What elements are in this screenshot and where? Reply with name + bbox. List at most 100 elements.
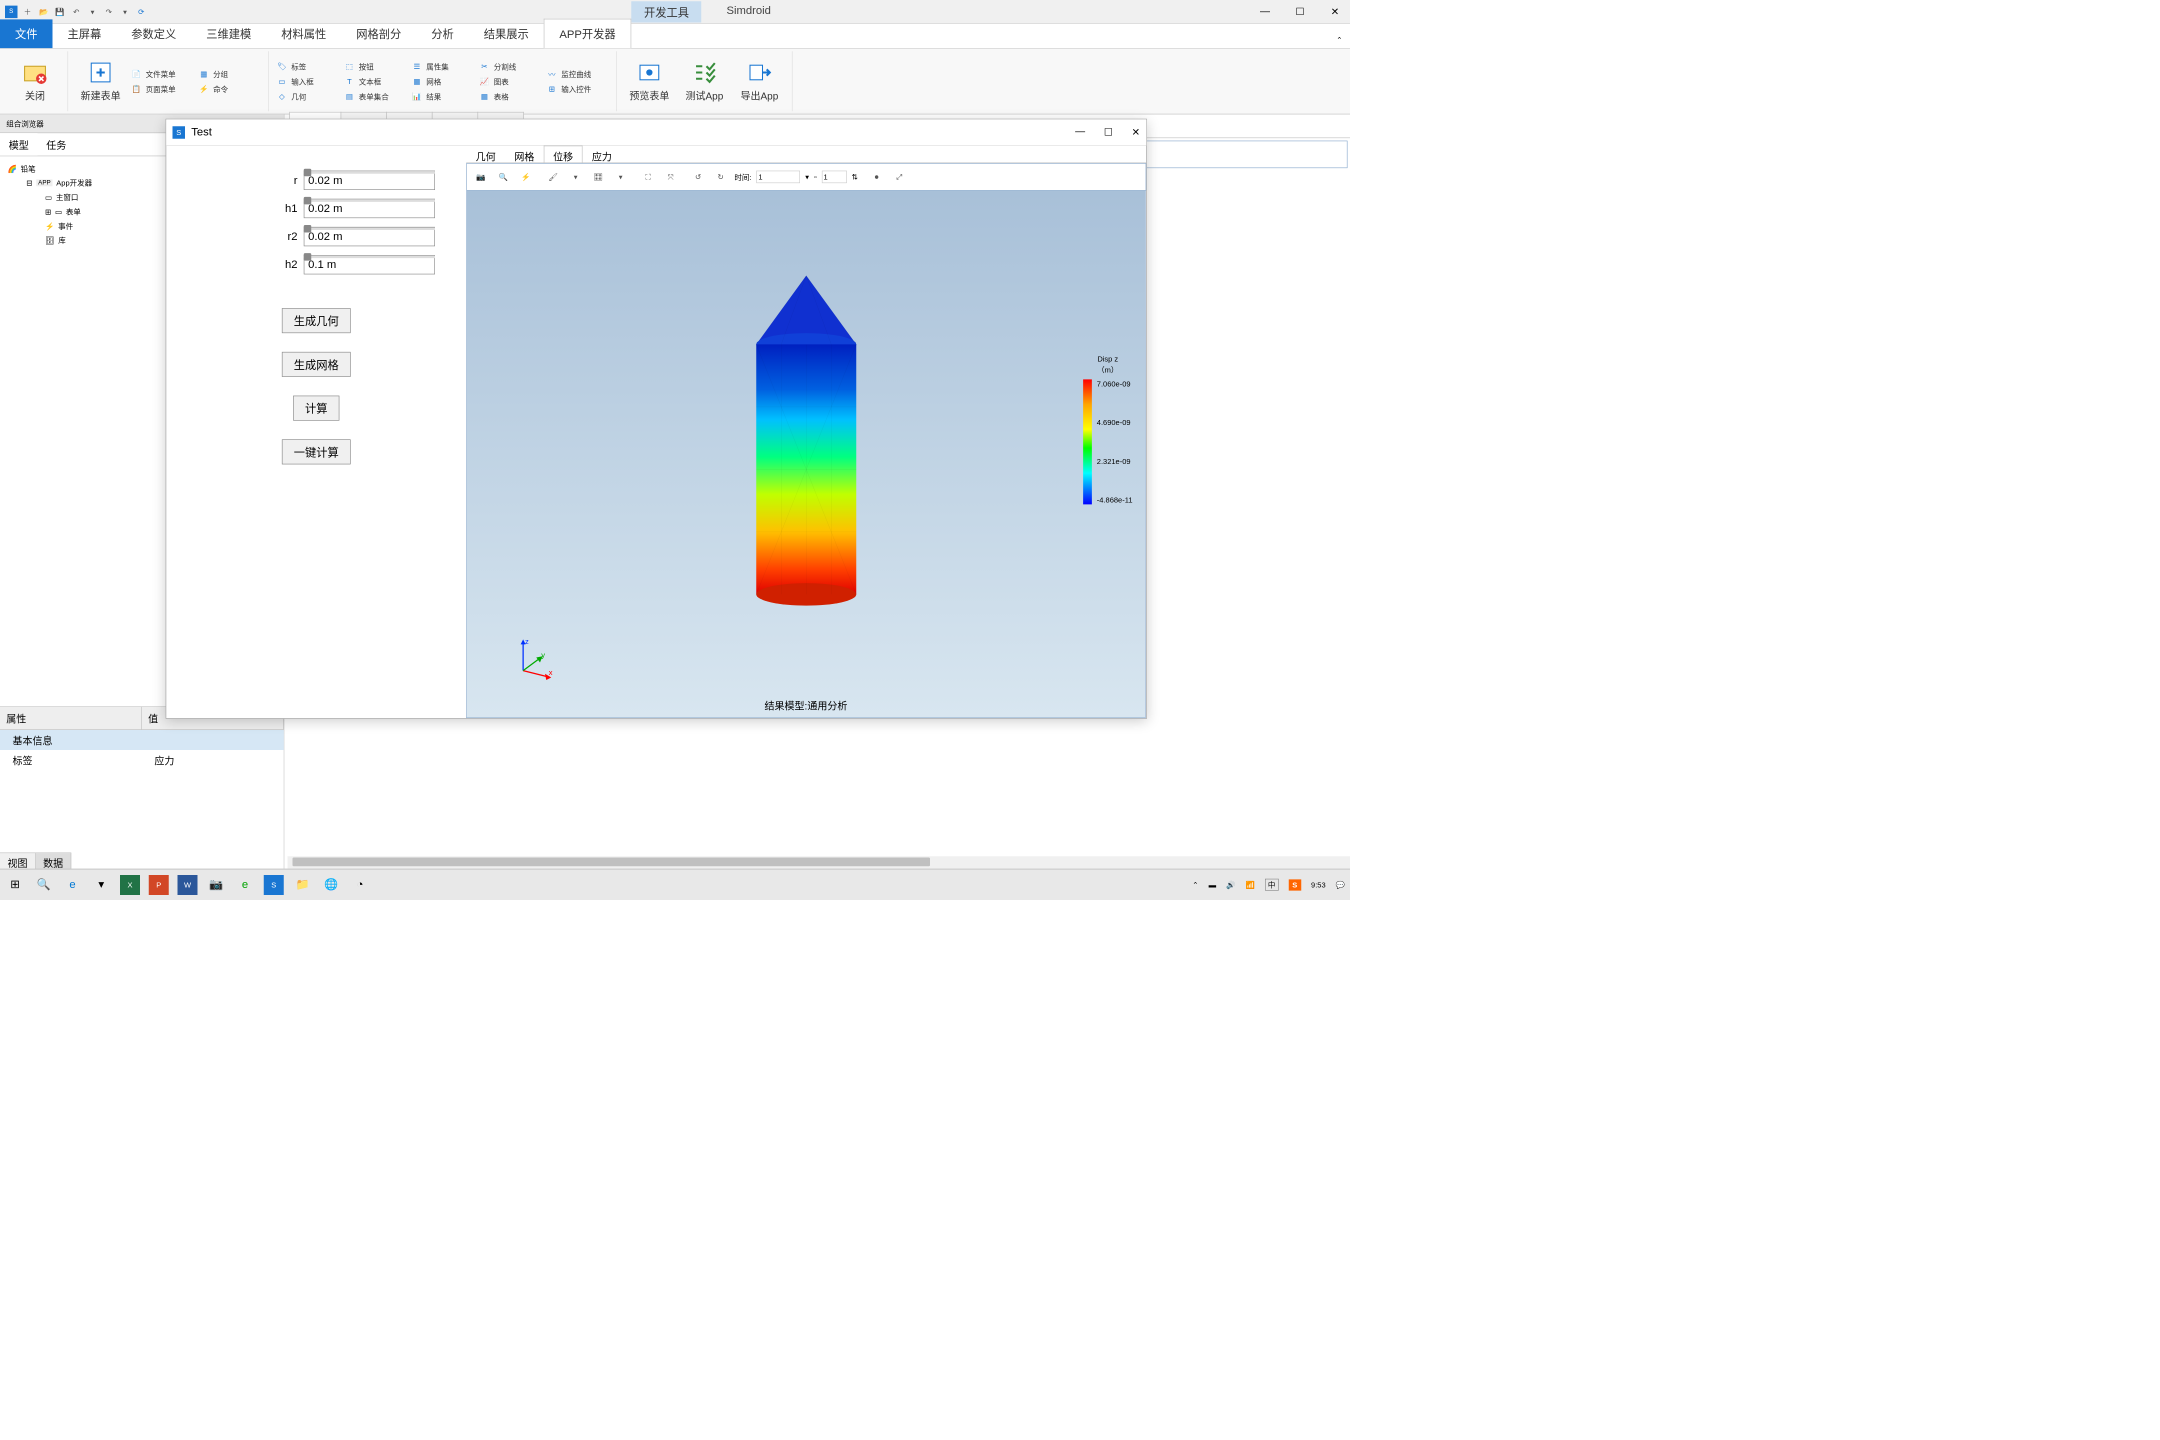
simdroid-taskbar-icon[interactable]: S [264, 875, 284, 895]
camera-icon[interactable]: 📷 [206, 875, 226, 895]
ribbon-form-set[interactable]: ▤表单集合 [344, 91, 407, 102]
tw-tab-disp[interactable]: 位移 [544, 146, 583, 163]
ribbon-chart[interactable]: 📈图表 [479, 76, 542, 87]
tw-zoom-icon[interactable]: 🔍 [494, 168, 512, 186]
tab-app-dev[interactable]: APP开发器 [544, 19, 632, 48]
props-label-value[interactable]: 应力 [142, 750, 284, 770]
close-button[interactable]: ✕ [1325, 2, 1345, 22]
tw-rotate-right-icon[interactable]: ↻ [712, 168, 730, 186]
tw-brush-icon[interactable]: 🖌 [544, 168, 562, 186]
ribbon-text-box[interactable]: T文本框 [344, 76, 407, 87]
tw-slider-track[interactable]: ▫ [814, 173, 817, 182]
collapse-icon[interactable]: ⊟ [26, 178, 32, 187]
explorer-icon[interactable]: 📁 [293, 875, 313, 895]
app-icon-2[interactable]: ◔ [350, 875, 370, 895]
minimize-button[interactable]: — [1255, 2, 1275, 22]
ribbon-group[interactable]: ▦分组 [198, 68, 261, 79]
tab-modeling[interactable]: 三维建模 [191, 19, 266, 48]
battery-icon[interactable]: ▬ [1209, 880, 1217, 889]
horizontal-scrollbar[interactable] [288, 856, 1351, 869]
ribbon-new-form[interactable]: 新建表单 [76, 51, 126, 111]
ribbon-input-box[interactable]: ▭输入框 [276, 76, 339, 87]
test-close-button[interactable]: ✕ [1132, 126, 1140, 139]
compute-button[interactable]: 计算 [293, 396, 339, 421]
ime-icon[interactable]: 中 [1265, 879, 1279, 891]
tab-mesh[interactable]: 网格剖分 [341, 19, 416, 48]
tw-time-spin[interactable] [822, 171, 847, 184]
tw-time-combo[interactable] [756, 171, 800, 184]
tw-fit-icon[interactable]: ⛶ [639, 168, 657, 186]
tw-cube-icon[interactable]: 🎛 [589, 168, 607, 186]
volume-icon[interactable]: 🔊 [1226, 880, 1235, 889]
ribbon-button[interactable]: ⬚按钮 [344, 61, 407, 72]
qat-undo-icon[interactable]: ↶ [70, 5, 83, 18]
tw-axes-icon[interactable]: ⤧ [662, 168, 680, 186]
ribbon-collapse-icon[interactable]: ⌃ [1329, 32, 1350, 48]
qat-refresh-icon[interactable]: ⟳ [135, 5, 148, 18]
sidebar-tab-task[interactable]: 任务 [38, 133, 76, 156]
notifications-icon[interactable]: 💬 [1336, 880, 1345, 889]
wifi-icon[interactable]: 📶 [1245, 880, 1254, 889]
bottom-tab-data[interactable]: 数据 [36, 853, 72, 869]
maximize-button[interactable]: ☐ [1290, 2, 1310, 22]
ribbon-input-control[interactable]: ⊞输入控件 [546, 83, 609, 94]
tab-results[interactable]: 结果展示 [469, 19, 544, 48]
ribbon-split-line[interactable]: ✂分割线 [479, 61, 542, 72]
clock[interactable]: 9:53 [1311, 880, 1326, 889]
search-button[interactable]: 🔍 [34, 875, 54, 895]
excel-icon[interactable]: X [120, 875, 140, 895]
ribbon-page-menu[interactable]: 📋页面菜单 [131, 83, 194, 94]
one-click-button[interactable]: 一键计算 [282, 439, 351, 464]
word-icon[interactable]: W [178, 875, 198, 895]
qat-redo-icon[interactable]: ↷ [103, 5, 116, 18]
ribbon-test-app[interactable]: 测试App [679, 51, 729, 111]
ribbon-label[interactable]: 🏷标签 [276, 61, 339, 72]
qat-new-icon[interactable]: ＋ [21, 5, 34, 18]
ie-icon[interactable]: e [235, 875, 255, 895]
ribbon-prop-set[interactable]: ☰属性集 [411, 61, 474, 72]
tw-tab-mesh[interactable]: 网格 [505, 146, 544, 163]
gen-geometry-button[interactable]: 生成几何 [282, 308, 351, 333]
ribbon-mesh[interactable]: ▦网格 [411, 76, 474, 87]
tw-tab-stress[interactable]: 应力 [583, 146, 622, 163]
tw-brush-drop-icon[interactable]: ▾ [567, 168, 585, 186]
powerpoint-icon[interactable]: P [149, 875, 169, 895]
tw-tab-geom[interactable]: 几何 [466, 146, 505, 163]
tw-time-drop-icon[interactable]: ▾ [805, 173, 809, 182]
test-max-button[interactable]: ☐ [1104, 126, 1113, 139]
ribbon-export-app[interactable]: 导出App [734, 51, 784, 111]
ribbon-close[interactable]: 关闭 [10, 51, 60, 111]
start-button[interactable]: ⊞ [5, 875, 25, 895]
qat-open-icon[interactable]: 📂 [38, 5, 51, 18]
edge-drop-icon[interactable]: ▾ [91, 875, 111, 895]
ribbon-geometry[interactable]: ◇几何 [276, 91, 339, 102]
tw-record-icon[interactable]: ⏺ [868, 168, 886, 186]
tab-material[interactable]: 材料属性 [266, 19, 341, 48]
bottom-tab-view[interactable]: 视图 [0, 853, 36, 869]
tw-spin-icon[interactable]: ⇅ [852, 173, 858, 182]
tab-file[interactable]: 文件 [0, 19, 53, 48]
slider-h2[interactable] [304, 256, 435, 259]
tab-analysis[interactable]: 分析 [416, 19, 469, 48]
gen-mesh-button[interactable]: 生成网格 [282, 352, 351, 377]
qat-undo-drop-icon[interactable]: ▾ [86, 5, 99, 18]
browser-icon[interactable]: 🌐 [321, 875, 341, 895]
test-canvas[interactable]: z x y 结果模型:通用分析 Disp z（m） 7.060e-09 4.69… [466, 191, 1145, 719]
edge-icon[interactable]: e [63, 875, 83, 895]
ribbon-command[interactable]: ⚡命令 [198, 83, 261, 94]
tw-rotate-left-icon[interactable]: ↺ [689, 168, 707, 186]
sogou-icon[interactable]: S [1289, 879, 1302, 890]
tw-snapshot-icon[interactable]: 📷 [472, 168, 490, 186]
slider-r[interactable] [304, 171, 435, 174]
ribbon-monitor-curve[interactable]: 〰监控曲线 [546, 68, 609, 79]
qat-save-icon[interactable]: 💾 [54, 5, 67, 18]
sidebar-tab-model[interactable]: 模型 [0, 133, 38, 156]
tray-up-icon[interactable]: ⌃ [1192, 880, 1198, 889]
slider-r2[interactable] [304, 228, 435, 231]
ribbon-preview-form[interactable]: 预览表单 [624, 51, 674, 111]
tab-params[interactable]: 参数定义 [116, 19, 191, 48]
expand-icon[interactable]: ⊞ [45, 207, 51, 216]
tw-zoom-flash-icon[interactable]: ⚡ [517, 168, 535, 186]
ribbon-file-menu[interactable]: 📄文件菜单 [131, 68, 194, 79]
slider-h1[interactable] [304, 199, 435, 202]
